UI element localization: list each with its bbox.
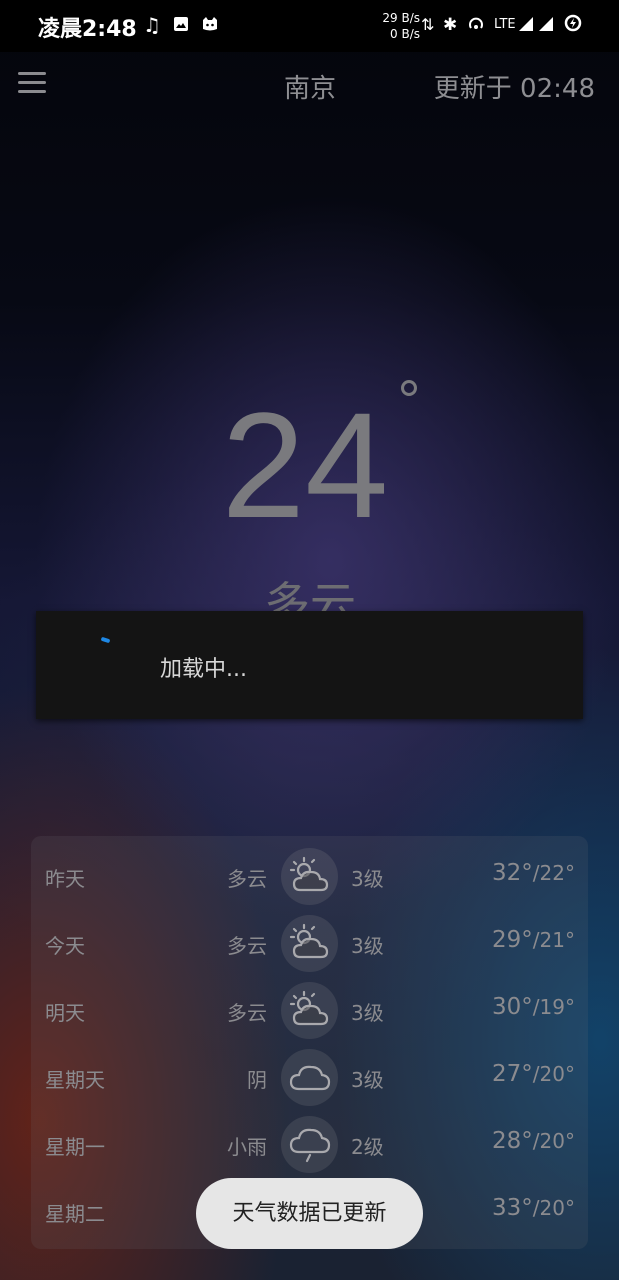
forecast-day: 星期二: [45, 1202, 105, 1226]
network-type: LTE: [494, 17, 516, 32]
forecast-high: 30°: [492, 994, 533, 1020]
forecast-condition: 小雨: [227, 1135, 267, 1159]
forecast-day: 明天: [45, 1001, 85, 1025]
light-rain-icon: [281, 1116, 338, 1173]
status-bar: 凌晨2:48 ♫ 29 B/s 0 B/s ⇅ ✱ LTE: [0, 0, 619, 52]
upload-speed: 29 B/s: [382, 11, 420, 25]
image-icon: [173, 12, 189, 38]
forecast-temps: 30°/19°: [492, 994, 575, 1020]
forecast-condition: 多云: [227, 867, 267, 891]
forecast-temps: 32°/22°: [492, 860, 575, 886]
partly-cloudy-icon: [281, 982, 338, 1039]
forecast-high: 28°: [492, 1128, 533, 1154]
menu-icon[interactable]: [18, 70, 46, 96]
forecast-wind: 2级: [351, 1135, 384, 1159]
current-temperature: 24: [221, 381, 389, 549]
data-arrows-icon: ⇅: [421, 15, 435, 34]
network-speed: 29 B/s 0 B/s: [378, 10, 420, 42]
forecast-row: 昨天 多云 3级 32°/22°: [31, 838, 588, 905]
forecast-low: 20°: [539, 1062, 575, 1086]
music-icon: ♫: [143, 13, 161, 37]
hotspot-icon: [467, 12, 485, 38]
forecast-row: 星期一 小雨 2级 28°/20°: [31, 1106, 588, 1173]
forecast-day: 星期一: [45, 1135, 105, 1159]
city-title[interactable]: 南京: [260, 68, 360, 105]
forecast-row: 明天 多云 3级 30°/19°: [31, 972, 588, 1039]
forecast-wind: 3级: [351, 1001, 384, 1025]
forecast-condition: 阴: [247, 1068, 267, 1092]
forecast-row: 今天 多云 3级 29°/21°: [31, 905, 588, 972]
partly-cloudy-icon: [281, 915, 338, 972]
temp-separator: /: [532, 995, 540, 1019]
bluetooth-icon: ✱: [443, 15, 458, 35]
loading-dialog: 加载中...: [36, 611, 583, 719]
forecast-temps: 28°/20°: [492, 1128, 575, 1154]
signal-icon: [538, 12, 554, 38]
forecast-day: 星期天: [45, 1068, 105, 1092]
forecast-high: 29°: [492, 927, 533, 953]
temp-separator: /: [532, 1129, 540, 1153]
forecast-high: 27°: [492, 1061, 533, 1087]
battery-icon: [564, 12, 582, 38]
temp-separator: /: [532, 1196, 540, 1220]
forecast-high: 33°: [492, 1195, 533, 1221]
forecast-condition: 多云: [227, 934, 267, 958]
forecast-low: 21°: [539, 928, 575, 952]
forecast-high: 32°: [492, 860, 533, 886]
forecast-temps: 33°/20°: [492, 1195, 575, 1221]
toast-message: 天气数据已更新: [196, 1178, 423, 1249]
forecast-temps: 29°/21°: [492, 927, 575, 953]
cloud-icon: [281, 1049, 338, 1106]
temp-separator: /: [532, 1062, 540, 1086]
forecast-low: 22°: [539, 861, 575, 885]
update-time: 更新于 02:48: [433, 74, 595, 104]
loading-spinner: [101, 638, 111, 648]
forecast-day: 今天: [45, 934, 85, 958]
forecast-temps: 27°/20°: [492, 1061, 575, 1087]
forecast-condition: 多云: [227, 1001, 267, 1025]
download-speed: 0 B/s: [390, 27, 420, 41]
loading-text: 加载中...: [160, 657, 247, 682]
forecast-low: 20°: [539, 1129, 575, 1153]
forecast-wind: 3级: [351, 867, 384, 891]
forecast-row: 星期天 阴 3级 27°/20°: [31, 1039, 588, 1106]
temp-separator: /: [532, 928, 540, 952]
status-time: 凌晨2:48: [38, 17, 137, 42]
partly-cloudy-icon: [281, 848, 338, 905]
forecast-wind: 3级: [351, 934, 384, 958]
forecast-wind: 3级: [351, 1068, 384, 1092]
degree-symbol: [401, 380, 417, 396]
temp-separator: /: [532, 861, 540, 885]
cat-app-icon: [201, 12, 219, 38]
forecast-low: 20°: [539, 1196, 575, 1220]
forecast-day: 昨天: [45, 867, 85, 891]
signal-icon: [518, 12, 534, 38]
forecast-low: 19°: [539, 995, 575, 1019]
